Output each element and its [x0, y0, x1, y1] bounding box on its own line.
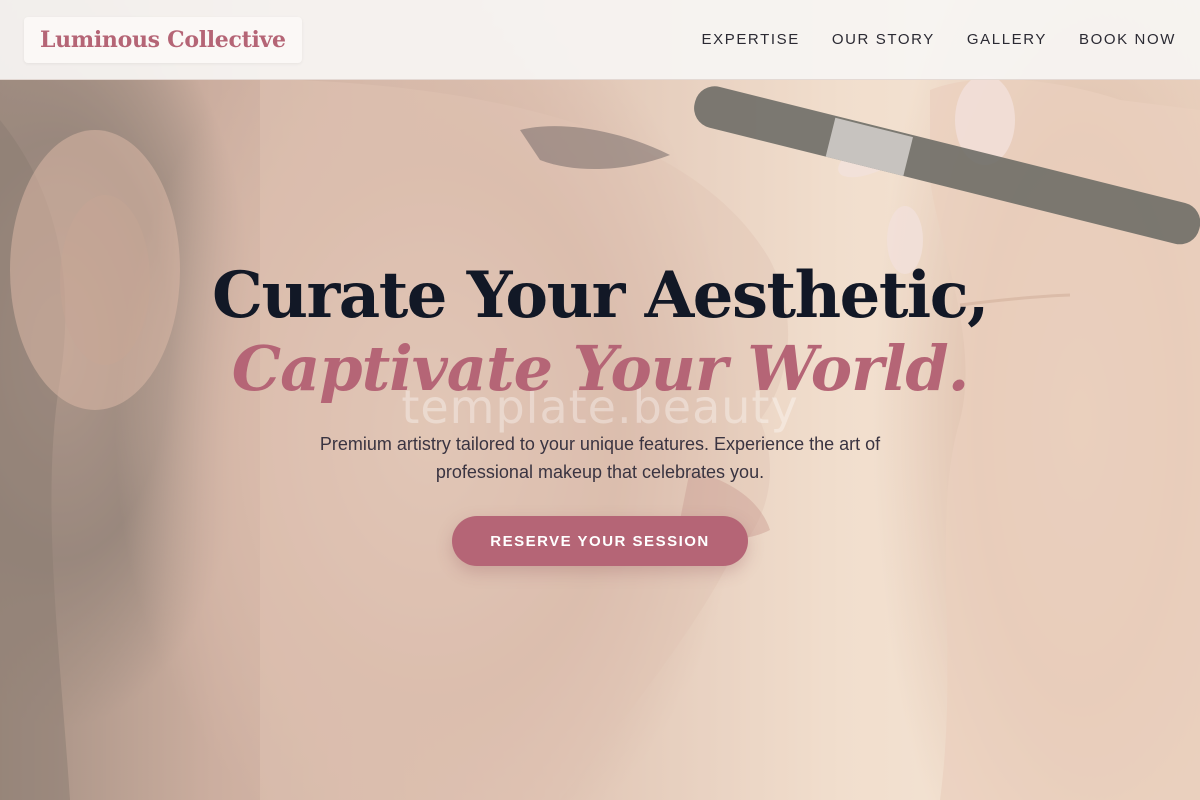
hero-headline-line1: Curate Your Aesthetic, [212, 258, 989, 333]
main-nav: EXPERTISE OUR STORY GALLERY BOOK NOW [702, 31, 1176, 48]
nav-gallery[interactable]: GALLERY [967, 31, 1047, 48]
logo-text: Luminous Collective [40, 26, 286, 53]
nav-book-now[interactable]: BOOK NOW [1079, 31, 1176, 48]
site-header: Luminous Collective EXPERTISE OUR STORY … [0, 0, 1200, 80]
nav-expertise[interactable]: EXPERTISE [702, 31, 800, 48]
hero-headline-line2: Captivate Your World. [231, 332, 970, 405]
hero-subtitle: Premium artistry tailored to your unique… [319, 434, 881, 482]
nav-our-story[interactable]: OUR STORY [832, 31, 935, 48]
reserve-session-button[interactable]: RESERVE YOUR SESSION [452, 516, 748, 566]
hero-content: Curate Your Aesthetic, Captivate Your Wo… [0, 258, 1200, 566]
logo[interactable]: Luminous Collective [24, 16, 302, 63]
